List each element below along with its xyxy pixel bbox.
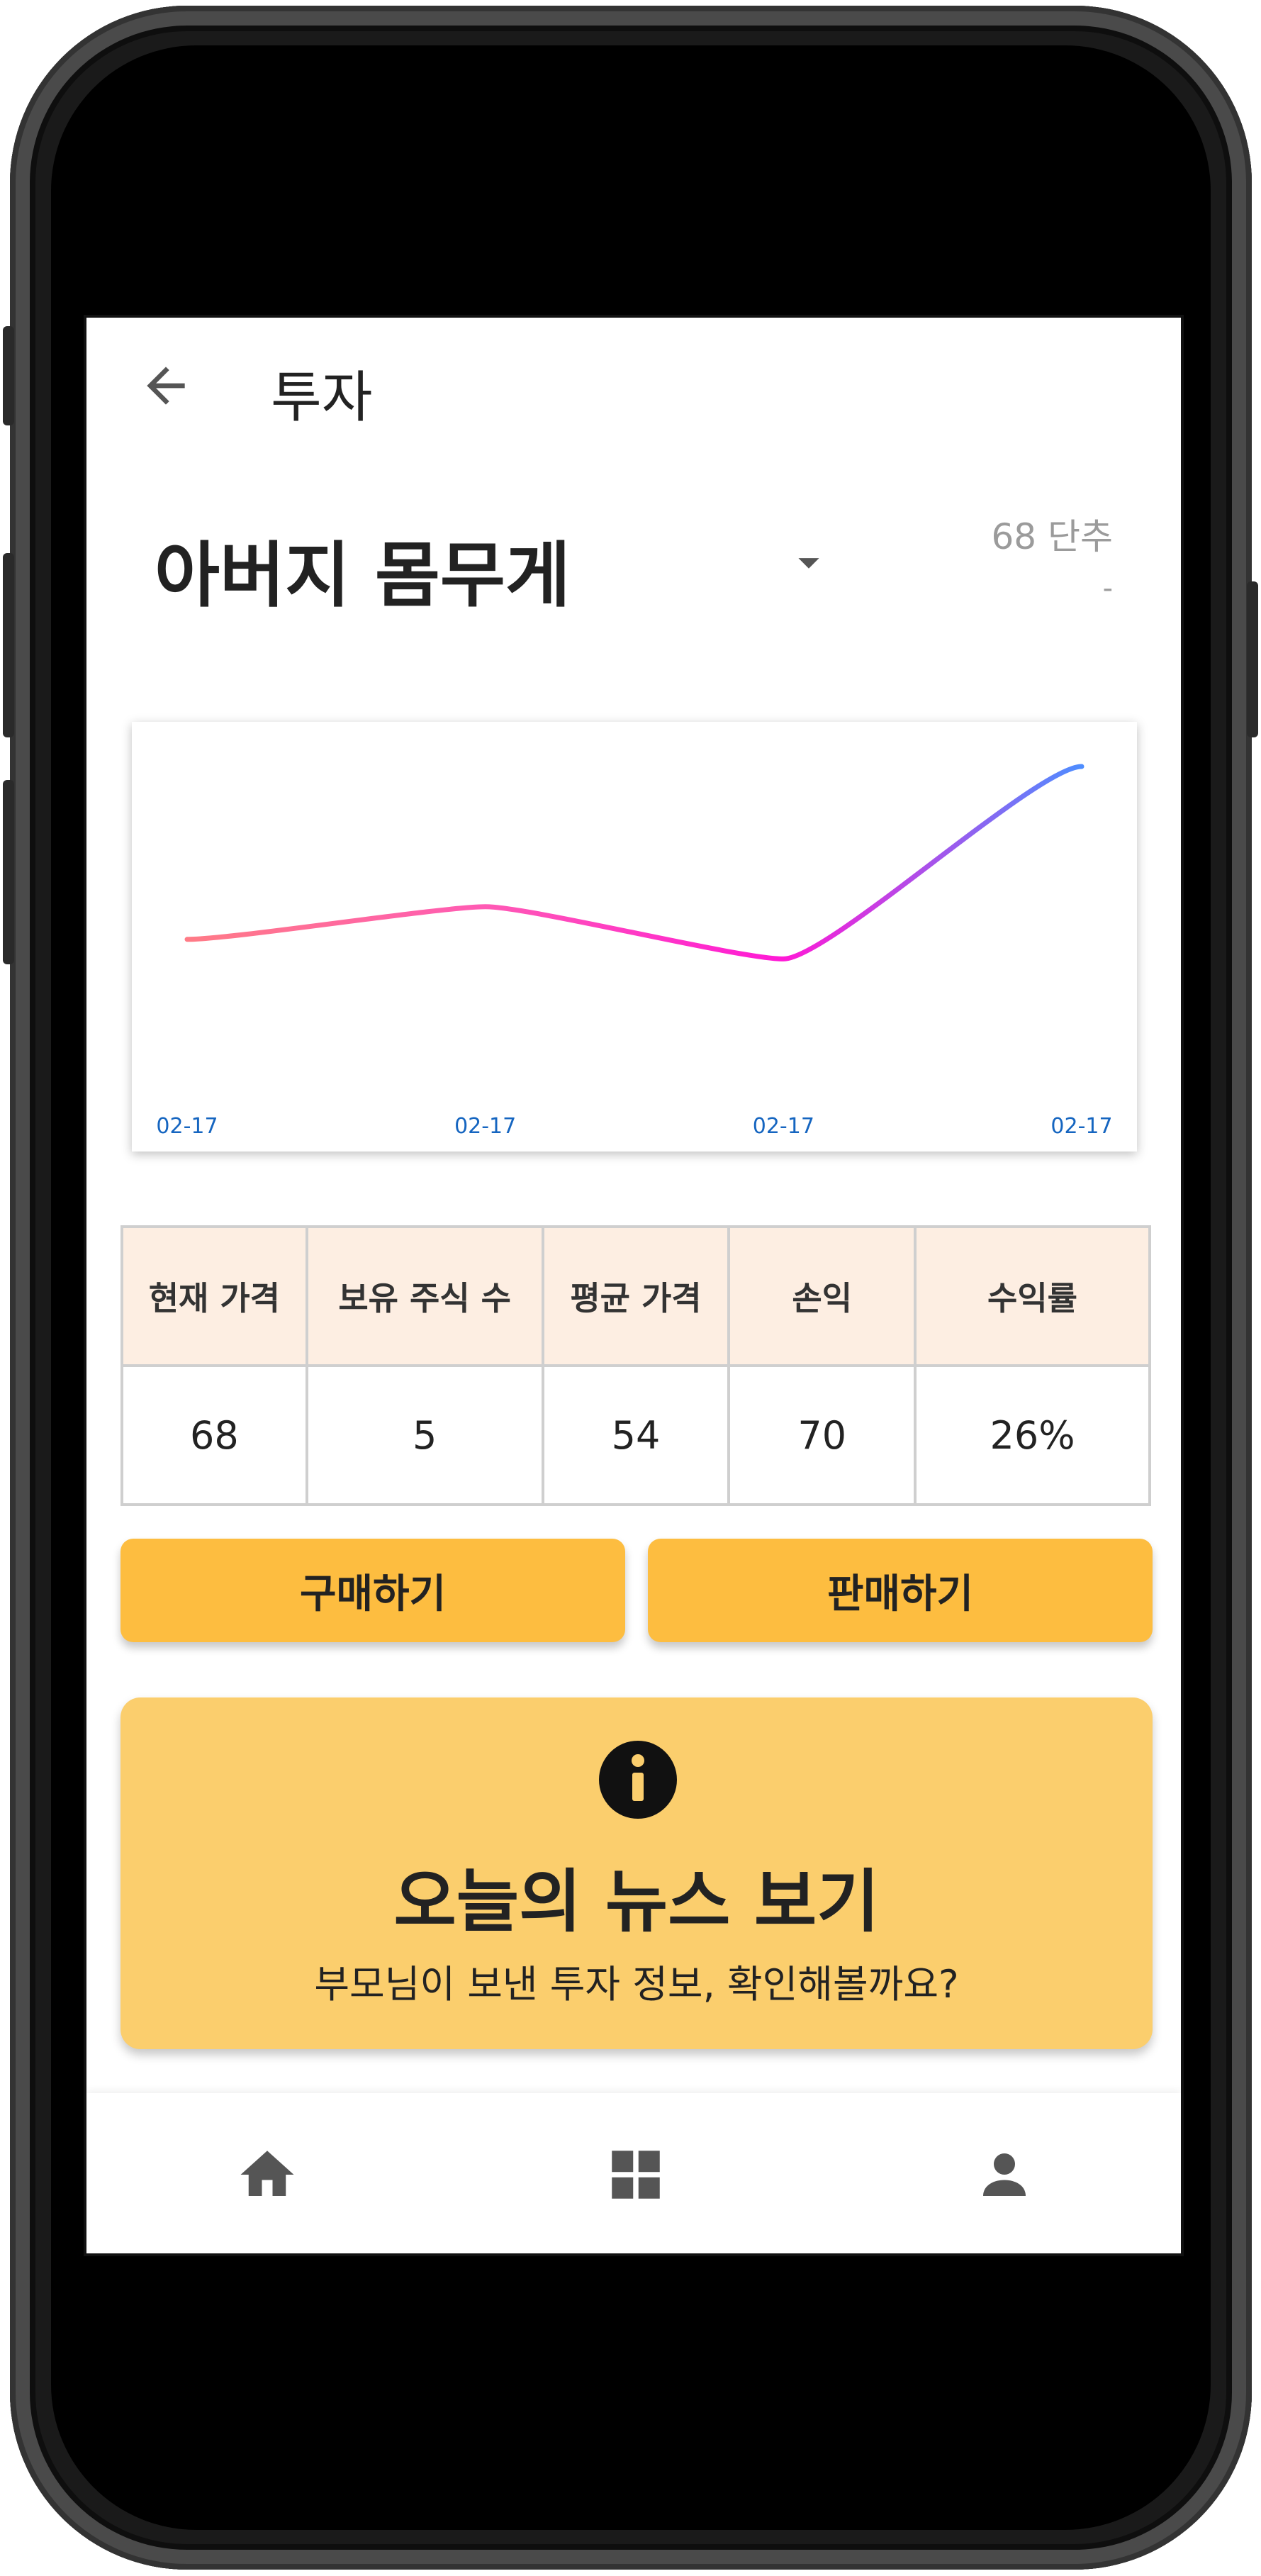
home-icon[interactable] — [235, 2143, 299, 2207]
current-price-label: 68 단추 — [991, 516, 1113, 557]
table-header-cell: 손익 — [727, 1225, 917, 1367]
news-subtitle: 부모님이 보낸 투자 정보, 확인해볼까요? — [314, 1962, 959, 2007]
side-button — [3, 553, 14, 737]
table-cell-average-price: 54 — [541, 1364, 731, 1506]
side-button — [3, 326, 14, 425]
table-header-row: 현재 가격 보유 주식 수 평균 가격 손익 수익률 — [121, 1225, 1151, 1367]
sell-button[interactable]: 판매하기 — [648, 1539, 1153, 1642]
grid-icon[interactable] — [604, 2143, 668, 2207]
stats-table: 현재 가격 보유 주식 수 평균 가격 손익 수익률 68 5 54 70 26… — [121, 1225, 1151, 1506]
app-bar: 투자 — [86, 318, 1181, 459]
x-tick-label: 02-17 — [1050, 1114, 1112, 1139]
table-header-cell: 수익률 — [914, 1225, 1151, 1367]
buy-button[interactable]: 구매하기 — [121, 1539, 625, 1642]
side-button — [1247, 581, 1258, 737]
side-button — [3, 780, 14, 964]
person-icon[interactable] — [973, 2143, 1036, 2207]
table-header-cell: 현재 가격 — [121, 1225, 308, 1367]
table-cell-profit-loss: 70 — [727, 1364, 917, 1506]
x-tick-label: 02-17 — [454, 1114, 516, 1139]
table-header-cell: 평균 가격 — [541, 1225, 731, 1367]
x-tick-label: 02-17 — [156, 1114, 218, 1139]
price-change-label: - — [1102, 572, 1113, 605]
price-info: 68 단추 - — [991, 506, 1113, 610]
caret-down-icon[interactable] — [784, 537, 834, 587]
table-cell-return-rate: 26% — [914, 1364, 1151, 1506]
news-title: 오늘의 뉴스 보기 — [393, 1862, 880, 1941]
table-header-cell: 보유 주식 수 — [305, 1225, 544, 1367]
info-icon — [599, 1741, 677, 1819]
price-chart-svg: 02-17 02-17 02-17 02-17 — [156, 764, 1113, 1139]
page-title: 투자 — [271, 366, 373, 430]
table-cell-shares: 5 — [305, 1364, 544, 1506]
stock-name: 아버지 몸무게 — [155, 534, 571, 617]
x-tick-label: 02-17 — [753, 1114, 814, 1139]
arrow-back-icon[interactable] — [138, 357, 194, 414]
app-screen: 투자 아버지 몸무게 68 단추 - 02-17 02-17 02-17 02-17 … — [84, 315, 1184, 2256]
news-card[interactable]: 오늘의 뉴스 보기 부모님이 보낸 투자 정보, 확인해볼까요? — [121, 1697, 1153, 2049]
chart-series-line — [184, 764, 1085, 961]
table-cell-current-price: 68 — [121, 1364, 308, 1506]
price-chart: 02-17 02-17 02-17 02-17 — [132, 722, 1137, 1152]
table-row: 68 5 54 70 26% — [121, 1364, 1151, 1506]
bottom-nav — [86, 2093, 1181, 2253]
